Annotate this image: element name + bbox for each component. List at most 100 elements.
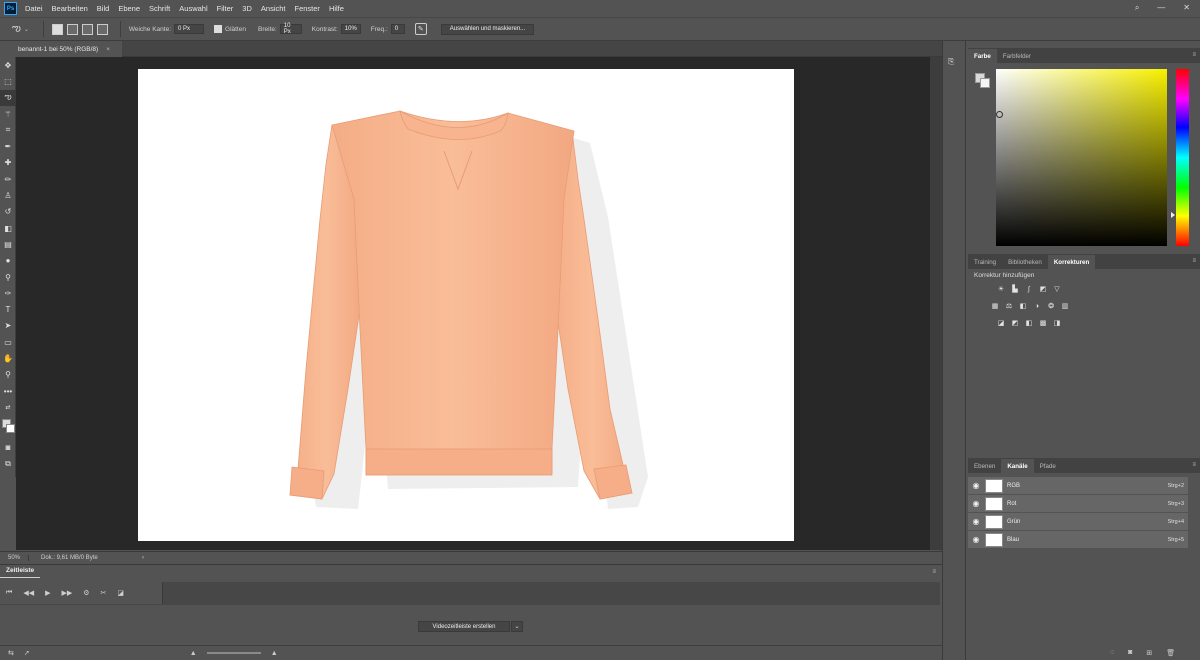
menu-filter[interactable]: Filter	[217, 4, 234, 13]
channel-row[interactable]: ◉ Rot Strg+3	[968, 495, 1188, 513]
play-icon[interactable]: ▶	[45, 589, 50, 597]
search-icon[interactable]: ⌕	[1135, 3, 1139, 13]
brush-tool-icon[interactable]: ✏	[0, 171, 16, 187]
visibility-eye-icon[interactable]: ◉	[968, 535, 984, 544]
hue-saturation-icon[interactable]: ▦	[990, 301, 1000, 311]
select-and-mask-button[interactable]: Auswählen und maskieren...	[440, 23, 535, 35]
menu-fenster[interactable]: Fenster	[295, 4, 320, 13]
visibility-eye-icon[interactable]: ◉	[968, 481, 984, 490]
hue-slider-marker[interactable]	[1171, 212, 1175, 218]
zoom-out-icon[interactable]: ▲	[190, 650, 197, 657]
threshold-icon[interactable]: ◧	[1024, 318, 1034, 328]
intersect-selection-icon[interactable]	[96, 23, 108, 35]
photo-filter-icon[interactable]: ◑	[1032, 301, 1042, 311]
healing-brush-tool-icon[interactable]: ✚	[0, 155, 16, 171]
tab-farbe[interactable]: Farbe	[968, 49, 997, 63]
tab-timeline[interactable]: Zeitleiste	[0, 565, 41, 579]
move-tool-icon[interactable]: ✥	[0, 57, 16, 73]
menu-schrift[interactable]: Schrift	[149, 4, 170, 13]
panel-menu-icon[interactable]: ≡	[1192, 258, 1196, 264]
chevron-down-icon[interactable]: ⌄	[511, 621, 523, 632]
split-scissors-icon[interactable]: ✂	[101, 589, 107, 597]
hue-slider[interactable]	[1176, 69, 1189, 246]
panel-menu-icon[interactable]: ≡	[1192, 52, 1196, 58]
antialias-checkbox[interactable]	[214, 25, 223, 33]
exposure-icon[interactable]: ◩	[1038, 284, 1048, 294]
color-picker-cursor[interactable]	[996, 111, 1003, 118]
new-channel-icon[interactable]: ⊞	[1146, 649, 1152, 657]
tab-bibliotheken[interactable]: Bibliotheken	[1002, 255, 1048, 269]
frequency-input[interactable]: 0	[390, 24, 405, 34]
document-tab[interactable]: benannt-1 bei 50% (RGB/8) ×	[16, 41, 122, 57]
color-lookup-icon[interactable]: ▥	[1060, 301, 1070, 311]
gradient-map-icon[interactable]: ▩	[1038, 318, 1048, 328]
dodge-tool-icon[interactable]: ⚲	[0, 269, 16, 285]
subtract-selection-icon[interactable]	[81, 23, 93, 35]
black-white-icon[interactable]: ◧	[1018, 301, 1028, 311]
visibility-eye-icon[interactable]: ◉	[968, 499, 984, 508]
chevron-down-icon[interactable]: ⌄	[24, 26, 29, 33]
blur-tool-icon[interactable]: ●	[0, 253, 16, 269]
crop-tool-icon[interactable]: ⌗	[0, 122, 16, 138]
close-icon[interactable]: ✕	[1183, 3, 1190, 13]
tab-farbfelder[interactable]: Farbfelder	[997, 49, 1037, 63]
audio-settings-icon[interactable]: ⚙	[83, 589, 89, 597]
zoom-in-icon[interactable]: ▲	[271, 650, 278, 657]
tab-ebenen[interactable]: Ebenen	[968, 459, 1001, 473]
history-brush-tool-icon[interactable]: ↺	[0, 204, 16, 220]
selective-color-icon[interactable]: ◨	[1052, 318, 1062, 328]
type-tool-icon[interactable]: T	[0, 301, 16, 317]
panel-menu-icon[interactable]: ≡	[932, 569, 936, 575]
save-selection-icon[interactable]: ◙	[1128, 649, 1132, 656]
channel-row[interactable]: ◉ Grün Strg+4	[968, 513, 1188, 531]
color-picker-field[interactable]	[996, 69, 1167, 246]
chevron-right-icon[interactable]: ›	[142, 555, 144, 561]
tab-kanaele[interactable]: Kanäle	[1001, 459, 1034, 473]
tab-pfade[interactable]: Pfade	[1034, 459, 1062, 473]
convert-icon[interactable]: ⇆	[8, 649, 14, 657]
tab-training[interactable]: Training	[968, 255, 1002, 269]
vertical-scrollbar[interactable]	[930, 57, 942, 550]
swap-colors-icon[interactable]: ⇄	[0, 399, 16, 415]
contrast-input[interactable]: 10%	[340, 24, 361, 34]
menu-bild[interactable]: Bild	[97, 4, 110, 13]
background-color-swatch[interactable]	[980, 78, 990, 88]
rectangle-tool-icon[interactable]: ▭	[0, 334, 16, 350]
lasso-tool-preset-icon[interactable]: ఌ	[12, 22, 21, 36]
gradient-tool-icon[interactable]: ▤	[0, 236, 16, 252]
magic-wand-tool-icon[interactable]: ⚚	[0, 106, 16, 122]
posterize-icon[interactable]: ◩	[1010, 318, 1020, 328]
pen-tool-icon[interactable]: ✑	[0, 285, 16, 301]
eyedropper-tool-icon[interactable]: ✒	[0, 138, 16, 154]
document-canvas[interactable]	[138, 69, 794, 541]
render-icon[interactable]: ➚	[24, 649, 30, 657]
tab-korrekturen[interactable]: Korrekturen	[1047, 255, 1096, 269]
foreground-background-icon[interactable]	[0, 416, 16, 440]
previous-frame-icon[interactable]: ◀◀	[23, 589, 34, 597]
delete-channel-icon[interactable]: 🗑	[1166, 649, 1175, 657]
feather-input[interactable]: 0 Px	[174, 24, 205, 34]
transition-icon[interactable]: ◪	[117, 589, 124, 597]
stylus-pressure-icon[interactable]: ✎	[414, 23, 427, 35]
channel-row[interactable]: ◉ Blau Strg+5	[968, 531, 1188, 549]
new-selection-icon[interactable]	[51, 23, 63, 35]
menu-ansicht[interactable]: Ansicht	[261, 4, 286, 13]
curves-icon[interactable]: ∫	[1024, 284, 1034, 294]
zoom-level[interactable]: 50%	[0, 555, 28, 561]
eraser-tool-icon[interactable]: ◧	[0, 220, 16, 236]
color-balance-icon[interactable]: ⚖	[1004, 301, 1014, 311]
marquee-tool-icon[interactable]: ⬚	[0, 73, 16, 89]
close-icon[interactable]: ×	[106, 46, 110, 53]
hand-tool-icon[interactable]: ✋	[0, 350, 16, 366]
panel-menu-icon[interactable]: ≡	[1192, 462, 1196, 468]
first-frame-icon[interactable]: ⏮	[6, 589, 12, 597]
invert-icon[interactable]: ◪	[996, 318, 1006, 328]
screen-mode-icon[interactable]: ⧉	[0, 456, 16, 472]
menu-datei[interactable]: Datei	[25, 4, 43, 13]
quick-mask-icon[interactable]: ◙	[0, 440, 16, 456]
path-selection-tool-icon[interactable]: ➤	[0, 318, 16, 334]
clone-stamp-tool-icon[interactable]: ♙	[0, 187, 16, 203]
menu-bearbeiten[interactable]: Bearbeiten	[52, 4, 88, 13]
load-selection-icon[interactable]: ◌	[1110, 649, 1114, 656]
create-video-timeline-button[interactable]: Videozeitleiste erstellen	[418, 621, 510, 632]
